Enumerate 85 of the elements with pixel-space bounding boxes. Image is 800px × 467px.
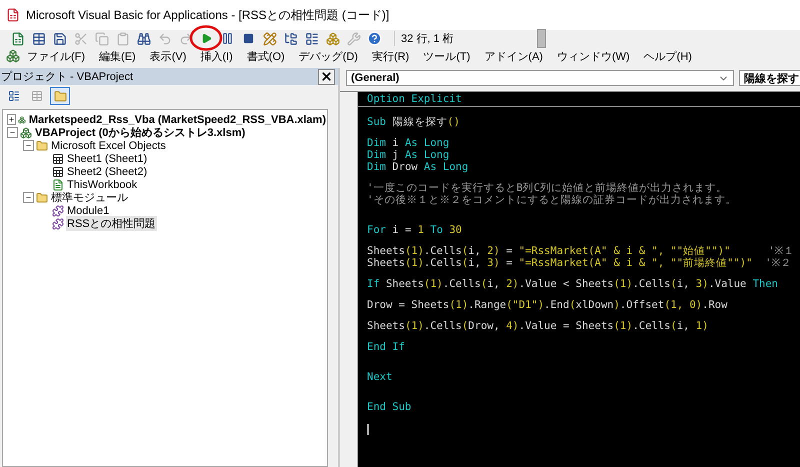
tree-item[interactable]: Marketspeed2_Rss_Vba (MarketSpeed2_RSS_VBA.xlam) bbox=[28, 114, 327, 126]
code-line: Dim j As Long bbox=[367, 149, 450, 161]
vba-icon bbox=[6, 49, 20, 63]
window-title: Microsoft Visual Basic for Applications - [RSSとの相性問題 (コード)] bbox=[26, 6, 390, 24]
code-line: Option Explicit bbox=[367, 93, 463, 105]
tree-item[interactable]: RSSとの相性問題 bbox=[66, 216, 157, 231]
text-cursor bbox=[367, 424, 369, 435]
code-line: 'その後※１と※２をコメントにすると陽線の証券コードが出力されます。 bbox=[367, 194, 738, 206]
code-line: Sheets(1).Cells(i, 2) = "=RssMarket(A" & i & ", ""始値"")" '※１ bbox=[367, 245, 796, 257]
folder-icon bbox=[54, 90, 66, 102]
folder-icon bbox=[36, 192, 48, 204]
binoculars-icon bbox=[136, 32, 150, 46]
tree-item[interactable]: ThisWorkbook bbox=[66, 178, 138, 190]
stop-icon bbox=[243, 33, 254, 44]
panel-title: プロジェクト - VBAProject bbox=[1, 70, 134, 84]
menu-item[interactable]: 書式(O) bbox=[240, 48, 292, 64]
close-button[interactable] bbox=[318, 68, 335, 84]
cut-icon bbox=[74, 32, 88, 46]
procedure-dropdown[interactable]: 陽線を探す bbox=[739, 70, 800, 86]
code-line: Sub 陽線を探す() bbox=[367, 116, 461, 128]
app-icon bbox=[6, 8, 20, 22]
code-editor[interactable] bbox=[358, 92, 800, 467]
code-line: Sheets(1).Cells(Drow, 4).Value = Sheets(1).Cells(i, 1) bbox=[367, 320, 710, 332]
minus-icon bbox=[25, 142, 32, 149]
menu-item[interactable]: ウィンドウ(W) bbox=[550, 48, 637, 64]
code-line: Dim Drow As Long bbox=[367, 161, 470, 173]
menu-item[interactable]: ヘルプ(H) bbox=[636, 48, 699, 64]
tree-item[interactable]: Microsoft Excel Objects bbox=[50, 140, 167, 152]
toolbar-grip[interactable] bbox=[537, 29, 546, 48]
collapse-toggle[interactable] bbox=[23, 192, 34, 203]
menu-item[interactable]: 挿入(I) bbox=[193, 48, 240, 64]
collapse-toggle[interactable] bbox=[23, 140, 34, 151]
code-line: For i = 1 To 30 bbox=[367, 224, 463, 236]
play-icon bbox=[201, 33, 212, 44]
code-line: Next bbox=[367, 371, 394, 383]
close-icon bbox=[320, 70, 333, 83]
pause-icon bbox=[221, 32, 234, 45]
code-view-icon bbox=[8, 90, 20, 102]
undo-icon bbox=[158, 32, 172, 46]
form-view-icon bbox=[31, 90, 43, 102]
list-icon bbox=[304, 32, 318, 46]
code-line: End If bbox=[367, 341, 406, 353]
menu-item[interactable]: ファイル(F) bbox=[20, 48, 92, 64]
cursor-position: 32 行, 1 桁 bbox=[394, 31, 454, 46]
menu-item[interactable]: ツール(T) bbox=[416, 48, 478, 64]
expand-toggle[interactable] bbox=[7, 114, 16, 125]
menu-item[interactable]: 表示(V) bbox=[142, 48, 194, 64]
view-button[interactable] bbox=[50, 87, 70, 105]
code-line: Sheets(1).Cells(i, 3) = "=RssMarket(A" & i & ", ""前場終値"")" '※２ bbox=[367, 257, 792, 269]
sheet-icon bbox=[52, 152, 64, 164]
module-icon bbox=[52, 218, 64, 230]
workbook-icon bbox=[52, 178, 64, 190]
menu-item[interactable]: デバッグ(D) bbox=[292, 48, 365, 64]
module-icon bbox=[52, 204, 64, 216]
folder-icon bbox=[36, 140, 48, 152]
tree-item[interactable]: Sheet2 (Sheet2) bbox=[66, 166, 148, 178]
tree-item[interactable]: Sheet1 (Sheet1) bbox=[66, 152, 148, 164]
paste-icon bbox=[116, 32, 130, 46]
tree-item[interactable]: 標準モジュール bbox=[50, 190, 129, 205]
plus-icon bbox=[8, 116, 15, 123]
code-line: Dim i As Long bbox=[367, 137, 450, 149]
save-icon bbox=[52, 32, 66, 46]
tree-item[interactable]: VBAProject (0から始めるシストレ3.xlsm) bbox=[34, 125, 246, 140]
sheet-icon bbox=[52, 166, 64, 178]
code-line: If Sheets(1).Cells(i, 2).Value < Sheets(1).Cells(i, 3).Value Then bbox=[367, 278, 780, 290]
copy-icon bbox=[94, 32, 108, 46]
menu-item[interactable]: 実行(R) bbox=[364, 48, 416, 64]
pencil-ruler-icon bbox=[262, 32, 276, 46]
menu-item[interactable]: 編集(E) bbox=[92, 48, 143, 64]
collapse-toggle[interactable] bbox=[7, 127, 18, 138]
toolbar-button[interactable] bbox=[365, 30, 384, 47]
redo-icon bbox=[178, 32, 192, 46]
folder-tree-icon bbox=[284, 32, 298, 46]
minus-icon bbox=[9, 129, 16, 136]
code-line: '一度このコードを実行するとB列C列に始値と前場終値が出力されます。 bbox=[367, 182, 728, 194]
spreadsheet-icon bbox=[10, 32, 24, 46]
tree-item[interactable]: Module1 bbox=[66, 204, 110, 216]
wrench-icon bbox=[346, 32, 360, 46]
object-dropdown[interactable]: (General) bbox=[346, 70, 734, 86]
code-line: End Sub bbox=[367, 401, 412, 413]
boxes-icon bbox=[326, 32, 340, 46]
menu-item[interactable]: アドイン(A) bbox=[477, 48, 550, 64]
code-line: Drow = Sheets(1).Range("D1").End(xlDown).Offset(1, 0).Row bbox=[367, 299, 728, 311]
minus-icon bbox=[25, 194, 32, 201]
table-icon bbox=[32, 32, 46, 46]
